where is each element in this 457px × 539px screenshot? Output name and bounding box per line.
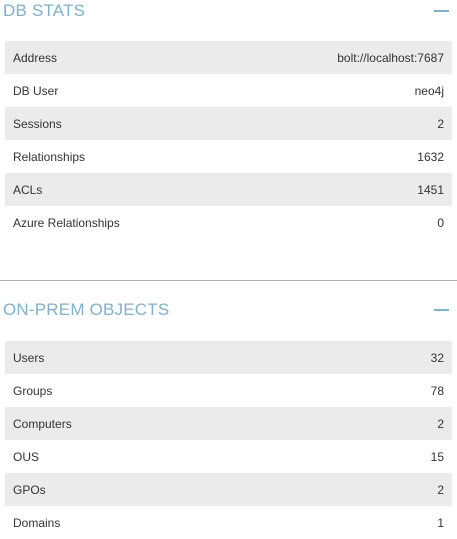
table-row: GPOs 2 [5, 473, 452, 506]
row-value: neo4j [414, 83, 444, 98]
row-label: ACLs [13, 182, 43, 197]
row-value: 15 [430, 449, 444, 464]
table-row: Sessions 2 [5, 107, 452, 140]
row-value: 0 [437, 215, 444, 230]
row-value: 78 [430, 383, 444, 398]
row-value: 32 [430, 350, 444, 365]
table-row: Azure Relationships 0 [5, 206, 452, 239]
row-label: DB User [13, 83, 59, 98]
table-row: Groups 78 [5, 374, 452, 407]
table-row: Domains 1 [5, 506, 452, 539]
db-stats-header[interactable]: DB STATS [0, 0, 457, 26]
table-row: Computers 2 [5, 407, 452, 440]
on-prem-title: ON-PREM OBJECTS [3, 300, 170, 319]
minus-icon[interactable] [433, 301, 449, 319]
table-row: Relationships 1632 [5, 140, 452, 173]
row-label: OUS [13, 449, 40, 464]
section-divider [0, 280, 457, 281]
table-row: Address bolt://localhost:7687 [5, 41, 452, 74]
row-label: Sessions [13, 116, 62, 131]
row-value: 2 [437, 416, 444, 431]
row-label: Address [13, 50, 58, 65]
row-label: Groups [13, 383, 53, 398]
on-prem-header[interactable]: ON-PREM OBJECTS [0, 295, 457, 325]
row-label: Domains [13, 515, 61, 530]
row-value: 2 [437, 482, 444, 497]
row-value: 1451 [417, 182, 444, 197]
row-label: Users [13, 350, 45, 365]
table-row: OUS 15 [5, 440, 452, 473]
row-label: Computers [13, 416, 72, 431]
row-value: bolt://localhost:7687 [337, 50, 444, 65]
stats-panel: DB STATS Address bolt://localhost:7687 D… [0, 0, 457, 539]
table-row: DB User neo4j [5, 74, 452, 107]
row-label: GPOs [13, 482, 46, 497]
table-row: Users 32 [5, 341, 452, 374]
row-value: 1 [437, 515, 444, 530]
minus-icon[interactable] [433, 2, 449, 20]
db-stats-title: DB STATS [3, 1, 86, 20]
on-prem-table: Users 32 Groups 78 Computers 2 OUS 15 GP… [5, 341, 452, 539]
db-stats-table: Address bolt://localhost:7687 DB User ne… [5, 41, 452, 239]
row-value: 2 [437, 116, 444, 131]
table-row: ACLs 1451 [5, 173, 452, 206]
row-value: 1632 [417, 149, 444, 164]
row-label: Relationships [13, 149, 86, 164]
row-label: Azure Relationships [13, 215, 120, 230]
